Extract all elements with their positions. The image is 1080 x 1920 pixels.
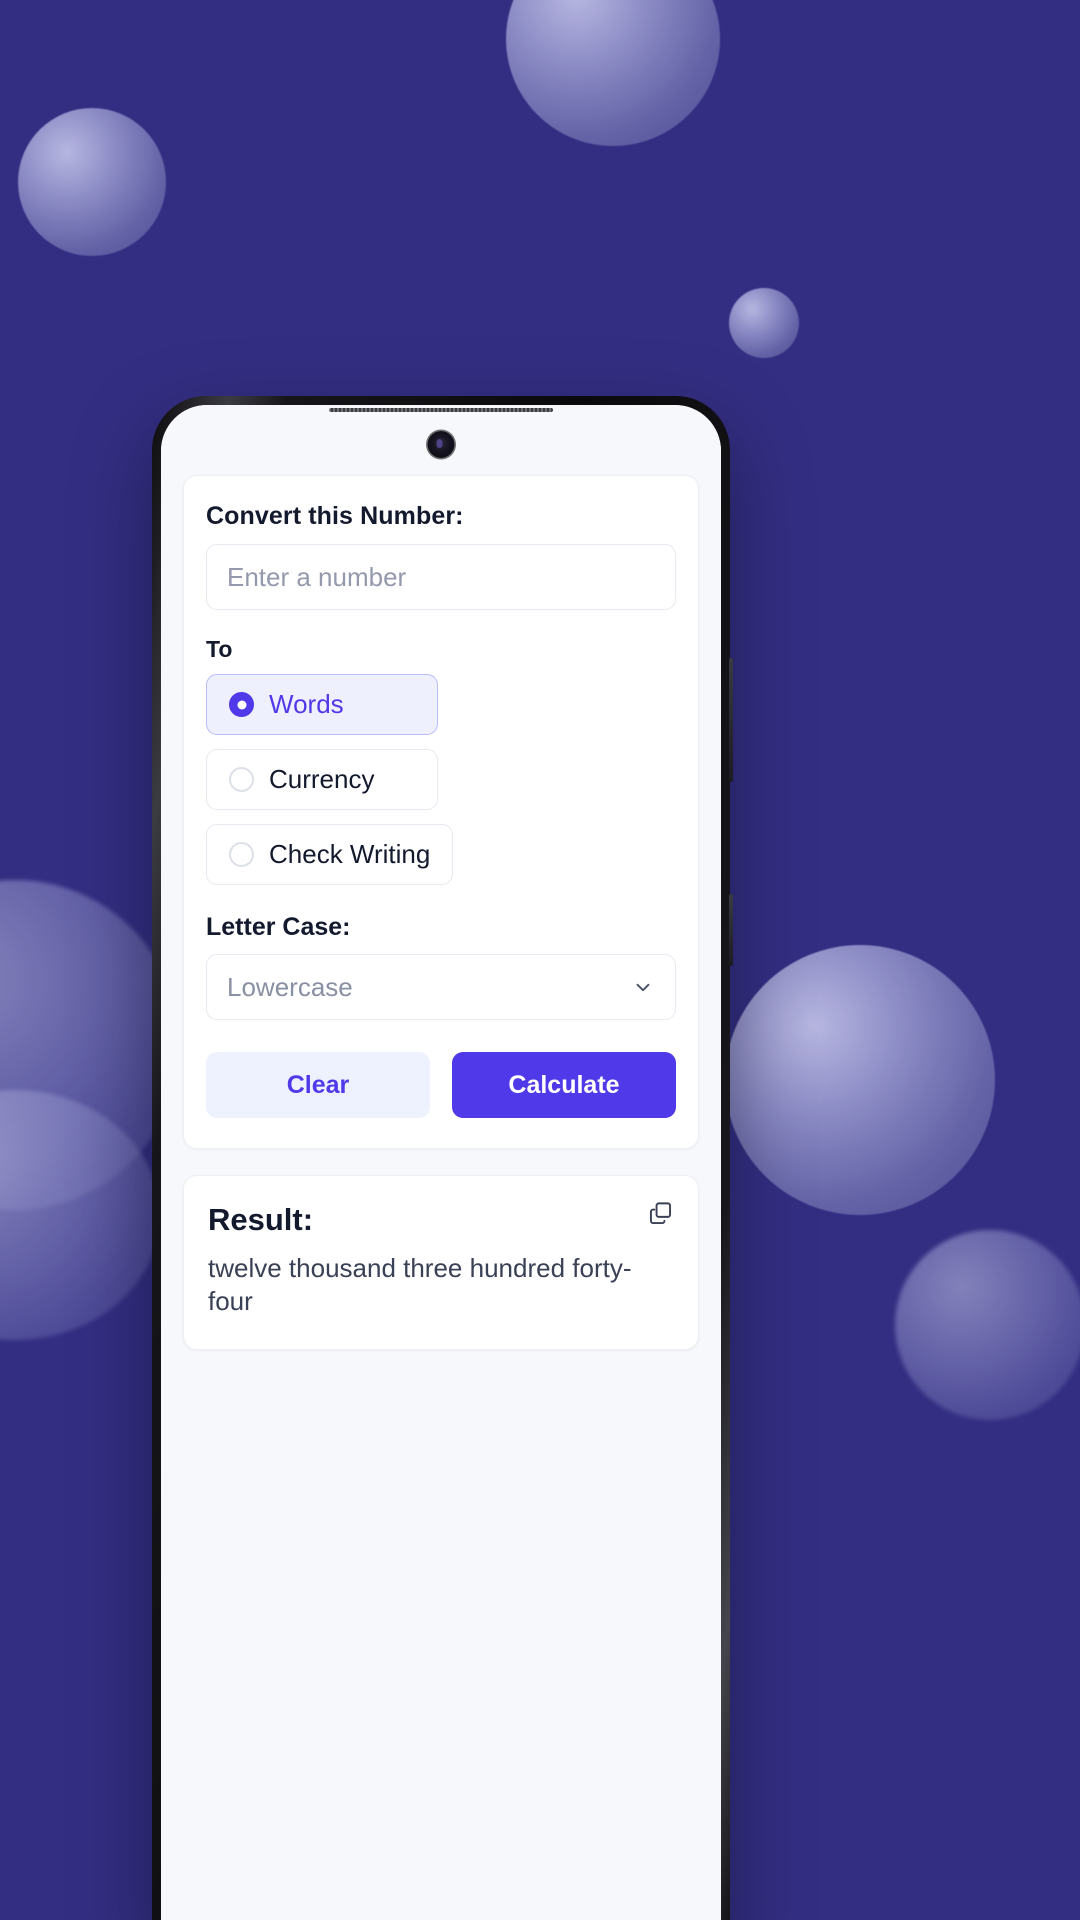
number-input[interactable] — [206, 544, 676, 610]
radio-option-check-writing-label: Check Writing — [269, 839, 431, 869]
result-card: Result: twelve thousand three hundred fo… — [183, 1175, 699, 1350]
decorative-sphere — [506, 0, 720, 146]
radio-option-words[interactable]: Words — [206, 674, 438, 735]
radio-option-check-writing[interactable]: Check Writing — [206, 824, 454, 885]
radio-filled-icon — [229, 692, 254, 717]
power-button[interactable] — [729, 658, 733, 782]
radio-empty-icon — [229, 842, 254, 867]
phone-mockup: Convert this Number: To Words Currency — [152, 396, 733, 1920]
radio-option-words-label: Words — [269, 689, 344, 719]
result-text: twelve thousand three hundred forty-four — [208, 1253, 632, 1317]
conversion-type-group: Words Currency Check Writing — [206, 674, 676, 885]
decorative-sphere — [729, 288, 799, 358]
copy-icon[interactable] — [647, 1200, 674, 1227]
letter-case-label: Letter Case: — [206, 913, 351, 941]
decorative-sphere — [18, 108, 166, 256]
result-title: Result: — [208, 1202, 314, 1237]
letter-case-select[interactable]: Lowercase — [206, 954, 676, 1020]
calculate-button[interactable]: Calculate — [452, 1052, 676, 1118]
letter-case-selected-value: Lowercase — [227, 971, 353, 1002]
app-content: Convert this Number: To Words Currency — [161, 405, 721, 1920]
letter-case-select-wrapper: Lowercase — [206, 954, 676, 1020]
radio-empty-icon — [229, 767, 254, 792]
decorative-sphere — [725, 945, 995, 1215]
phone-screen: Convert this Number: To Words Currency — [161, 405, 721, 1920]
clear-button[interactable]: Clear — [206, 1052, 430, 1118]
conversion-type-label: To — [206, 636, 233, 662]
converter-form-card: Convert this Number: To Words Currency — [183, 475, 699, 1149]
decorative-sphere — [895, 1230, 1080, 1420]
form-actions: Clear Calculate — [206, 1052, 676, 1118]
earpiece-speaker — [329, 408, 553, 412]
volume-button[interactable] — [729, 894, 733, 966]
number-input-label: Convert this Number: — [206, 502, 464, 530]
radio-option-currency[interactable]: Currency — [206, 749, 438, 810]
front-camera-icon — [427, 431, 455, 458]
radio-option-currency-label: Currency — [269, 764, 375, 794]
